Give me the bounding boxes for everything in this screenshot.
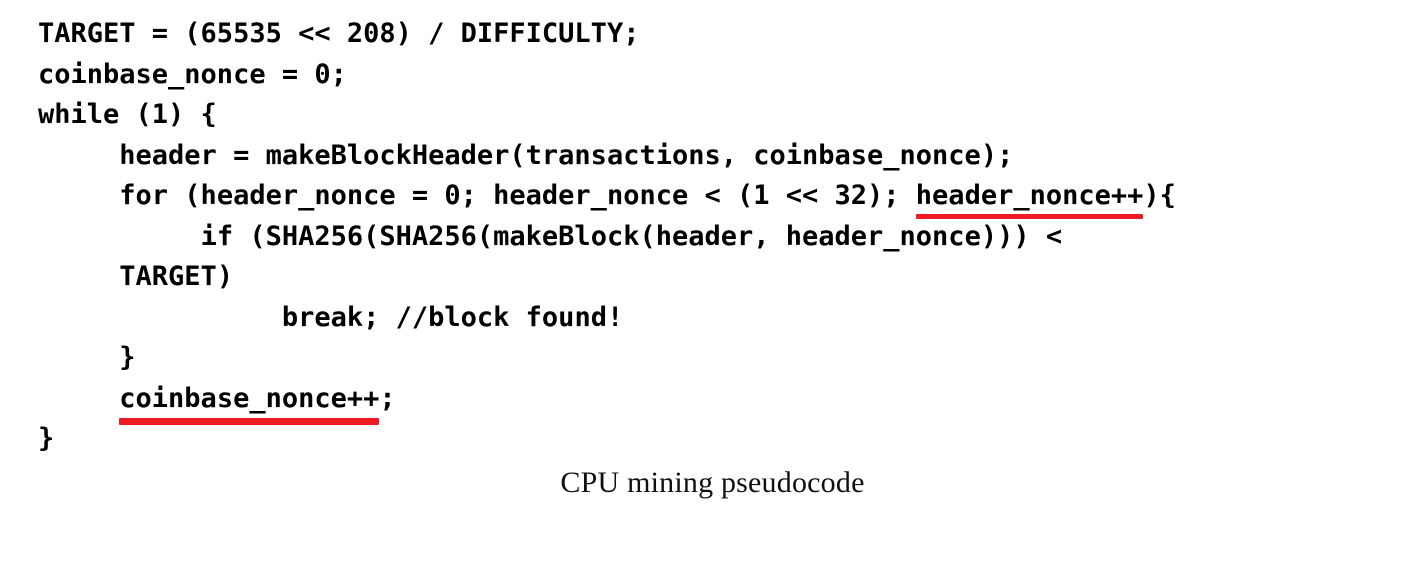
code-line: header = makeBlockHeader(transactions, c… xyxy=(38,136,1398,177)
code-block: TARGET = (65535 << 208) / DIFFICULTY; co… xyxy=(38,14,1398,460)
code-line: coinbase_nonce++; xyxy=(38,379,1398,425)
code-line-text: break; //block found! xyxy=(281,301,624,333)
code-line-text-tail: ){ xyxy=(1143,180,1176,211)
annotation-header-nonce-increment: header_nonce++ xyxy=(915,176,1143,218)
code-line: } xyxy=(38,419,1398,460)
code-line-text: for (header_nonce = 0; header_nonce < (1… xyxy=(119,180,916,211)
code-line-text: if (SHA256(SHA256(makeBlock(header, head… xyxy=(200,220,1063,252)
code-line: TARGET) xyxy=(38,257,1398,298)
code-line-text: } xyxy=(119,342,136,373)
code-line-text: coinbase_nonce = 0; xyxy=(38,58,347,90)
annotation-coinbase-nonce-increment: coinbase_nonce++ xyxy=(119,379,380,425)
code-line: if (SHA256(SHA256(makeBlock(header, head… xyxy=(38,217,1398,258)
code-line: coinbase_nonce = 0; xyxy=(38,55,1398,96)
code-line-text: TARGET = (65535 << 208) / DIFFICULTY; xyxy=(38,18,640,49)
code-line: TARGET = (65535 << 208) / DIFFICULTY; xyxy=(38,14,1398,55)
code-line-text: while (1) { xyxy=(38,99,217,130)
figure-pseudocode: TARGET = (65535 << 208) / DIFFICULTY; co… xyxy=(0,0,1425,572)
code-line-text-tail: ; xyxy=(379,382,396,414)
code-line-text: } xyxy=(38,423,55,454)
code-line: } xyxy=(38,338,1398,379)
figure-caption: CPU mining pseudocode xyxy=(560,466,865,499)
code-line: for (header_nonce = 0; header_nonce < (1… xyxy=(38,176,1398,218)
code-line: while (1) { xyxy=(38,95,1398,136)
code-line: break; //block found! xyxy=(38,298,1398,339)
code-line-text: header = makeBlockHeader(transactions, c… xyxy=(119,139,1014,171)
code-line-text: TARGET) xyxy=(119,261,234,292)
